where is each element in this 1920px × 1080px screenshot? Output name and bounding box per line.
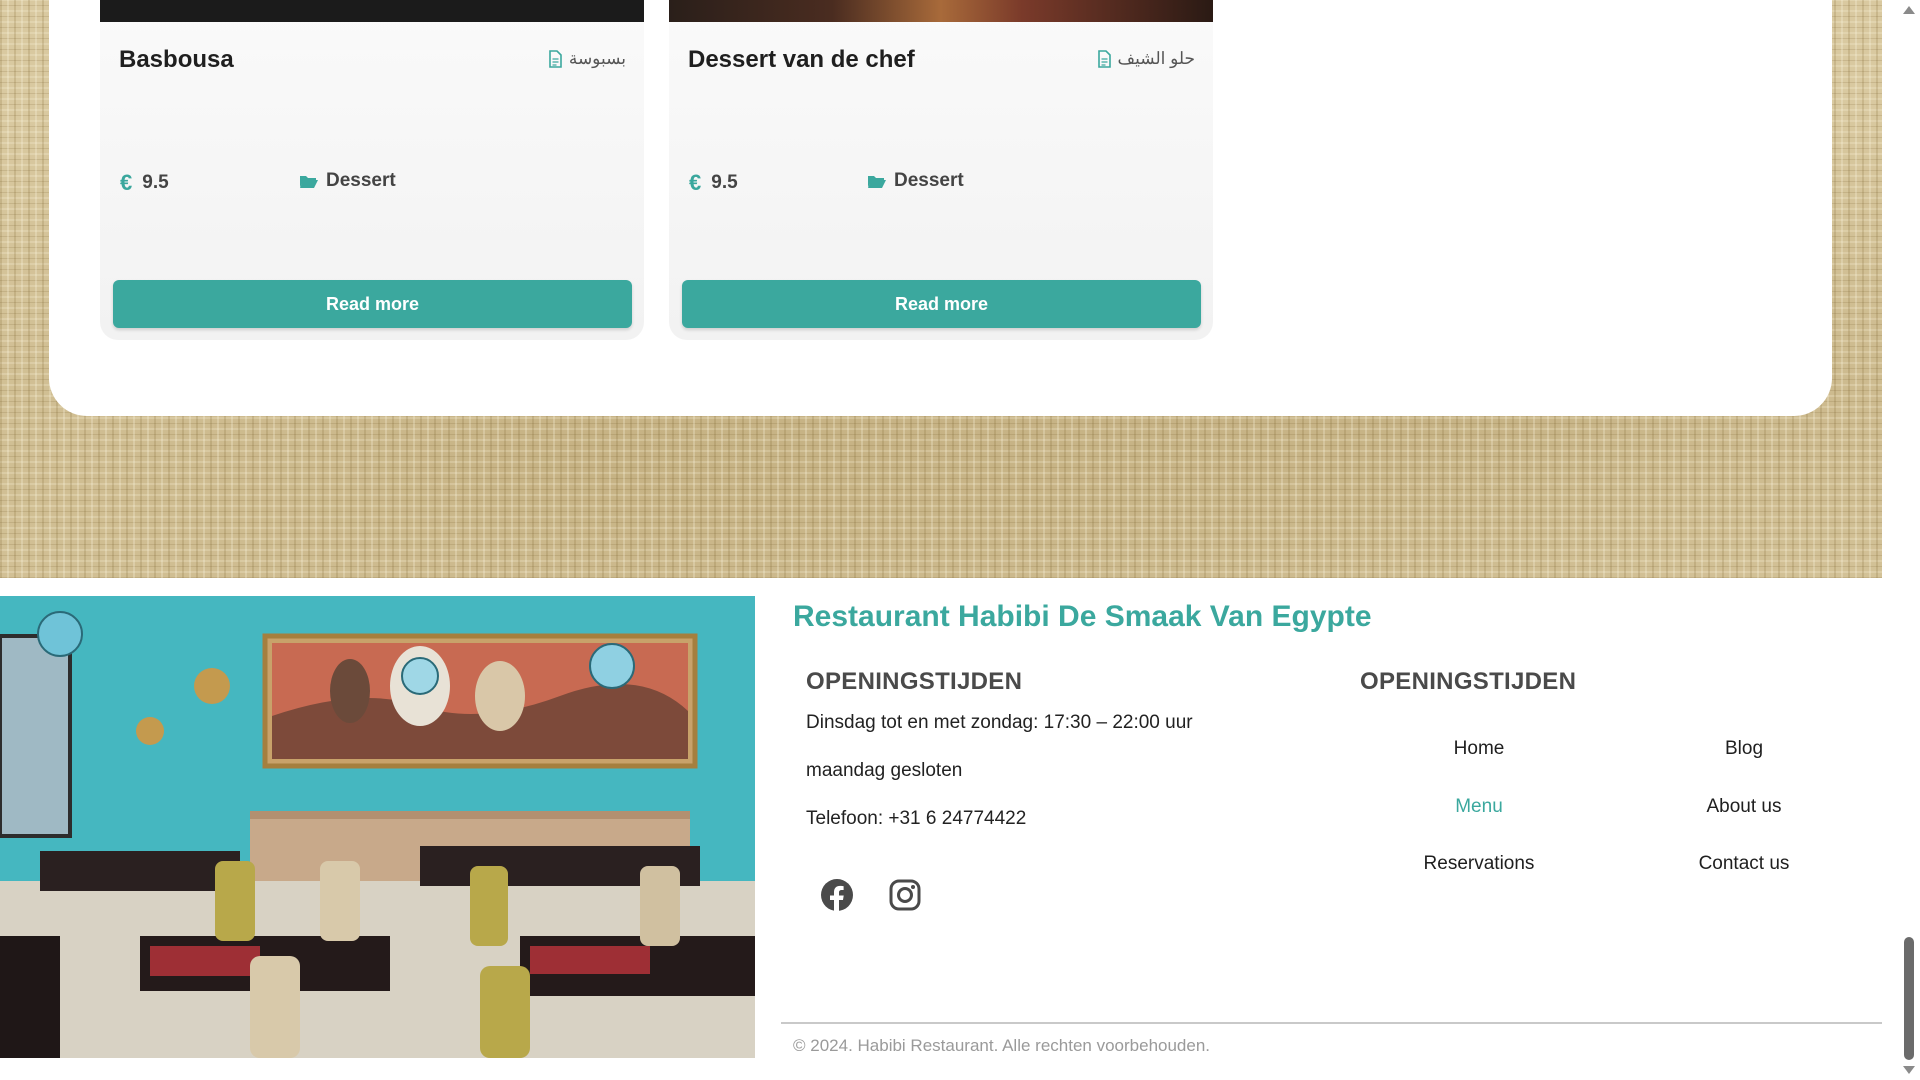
- site-footer: Restaurant Habibi De Smaak Van Egypte OP…: [0, 578, 1889, 1080]
- footer-nav-reservations[interactable]: Reservations: [1379, 853, 1579, 875]
- scroll-up-arrow[interactable]: [1903, 6, 1915, 14]
- category-label: Dessert: [326, 170, 396, 191]
- arabic-name: بسبوسة: [548, 49, 626, 69]
- dish-title: Basbousa: [119, 46, 234, 73]
- restaurant-name: Restaurant Habibi De Smaak Van Egypte: [793, 600, 1372, 633]
- menu-content-panel: Basbousa بسبوسة € 9.5 Dessert Read more …: [49, 0, 1832, 416]
- page-scrollbar[interactable]: [1882, 0, 1920, 1080]
- document-icon: [549, 50, 562, 68]
- dish-image: [669, 0, 1213, 22]
- interior-illustration: [0, 596, 755, 1058]
- dish-category: Dessert: [867, 170, 964, 192]
- nav-heading: OPENINGSTIJDEN: [1360, 668, 1577, 695]
- facebook-icon[interactable]: [820, 878, 854, 912]
- scroll-down-arrow[interactable]: [1903, 1066, 1915, 1074]
- footer-nav-about[interactable]: About us: [1644, 796, 1844, 818]
- footer-nav-menu[interactable]: Menu: [1379, 796, 1579, 818]
- arabic-name-text: بسبوسة: [568, 49, 626, 68]
- document-icon: [1097, 50, 1111, 68]
- read-more-button[interactable]: Read more: [113, 280, 632, 328]
- dish-image: [100, 0, 644, 22]
- dish-title: Dessert van de chef: [688, 46, 915, 73]
- arabic-name-text: حلو الشيف: [1117, 49, 1195, 68]
- restaurant-interior-photo: [0, 596, 755, 1058]
- copyright-text: © 2024. Habibi Restaurant. Alle rechten …: [793, 1036, 1211, 1055]
- phone-line: Telefoon: +31 6 24774422: [806, 808, 1027, 829]
- euro-icon: €: [689, 170, 702, 195]
- folder-open-icon: [868, 176, 886, 188]
- category-label: Dessert: [894, 170, 964, 191]
- dish-price: € 9.5: [689, 170, 738, 196]
- folder-open-icon: [300, 176, 318, 188]
- price-value: 9.5: [711, 172, 738, 193]
- footer-nav-blog[interactable]: Blog: [1644, 738, 1844, 760]
- hours-heading: OPENINGSTIJDEN: [806, 668, 1023, 695]
- menu-card: Dessert van de chef حلو الشيف € 9.5 Dess…: [669, 0, 1213, 340]
- footer-divider: [781, 1022, 1889, 1024]
- footer-nav-home[interactable]: Home: [1379, 738, 1579, 760]
- euro-icon: €: [120, 170, 133, 195]
- hours-line: Dinsdag tot en met zondag: 17:30 – 22:00…: [806, 712, 1193, 733]
- footer-nav-contact[interactable]: Contact us: [1644, 853, 1844, 875]
- arabic-name: حلو الشيف: [1097, 49, 1195, 69]
- price-value: 9.5: [142, 172, 169, 193]
- dish-category: Dessert: [299, 170, 396, 192]
- dish-price: € 9.5: [120, 170, 169, 196]
- closed-line: maandag gesloten: [806, 760, 963, 781]
- instagram-icon[interactable]: [888, 878, 922, 912]
- read-more-button[interactable]: Read more: [682, 280, 1201, 328]
- scroll-thumb[interactable]: [1904, 937, 1914, 1060]
- menu-card: Basbousa بسبوسة € 9.5 Dessert Read more: [100, 0, 644, 340]
